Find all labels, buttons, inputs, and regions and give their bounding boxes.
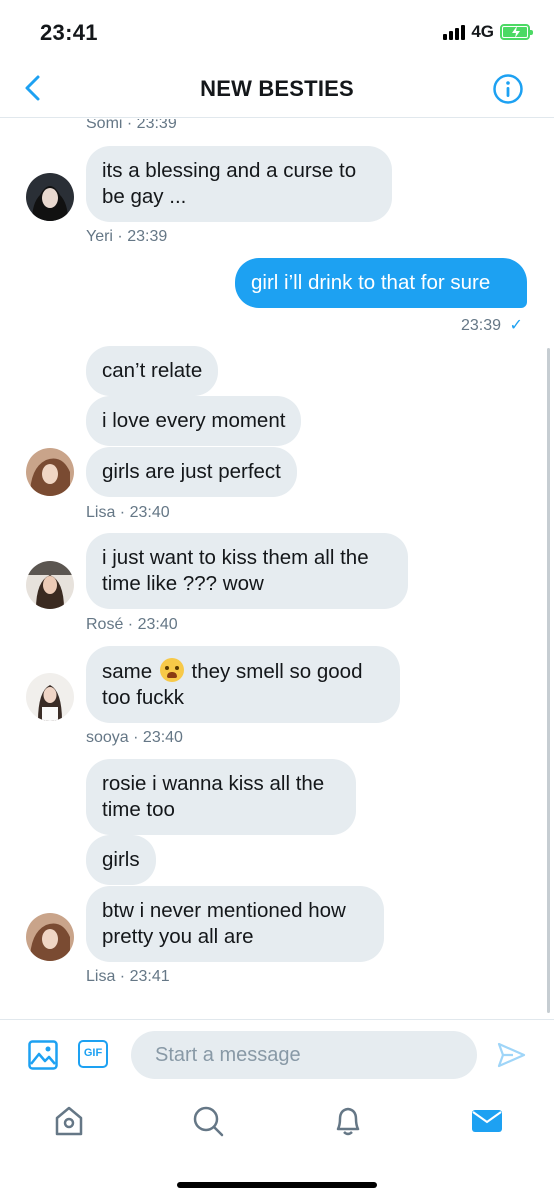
message-bubble[interactable]: its a blessing and a curse to be gay ...: [86, 146, 392, 222]
signal-icon: [443, 24, 466, 40]
send-button[interactable]: [496, 1040, 526, 1075]
conversation-title: NEW BESTIES: [200, 76, 354, 101]
gif-button[interactable]: GIF: [78, 1040, 108, 1068]
message-thread[interactable]: Somi · 23:39 its a blessing and a curse …: [0, 119, 554, 1019]
send-icon: [497, 1042, 526, 1068]
message-text: too fuckk: [102, 686, 185, 709]
message-meta: Lisa · 23:41: [86, 968, 170, 985]
message-meta: Somi · 23:39: [86, 119, 177, 132]
conversation-header: NEW BESTIES: [0, 62, 554, 118]
info-button[interactable]: [492, 73, 524, 110]
avatar[interactable]: [26, 561, 74, 609]
message-bubble[interactable]: btw i never mentioned how pretty you all…: [86, 886, 384, 962]
tab-search[interactable]: [190, 1103, 226, 1139]
photo-icon: [28, 1040, 58, 1070]
battery-icon: [500, 24, 533, 40]
tab-messages[interactable]: [469, 1103, 505, 1139]
message-bubble[interactable]: i love every moment: [86, 396, 302, 446]
search-icon: [193, 1106, 224, 1137]
crying-face-icon: [159, 658, 184, 682]
message-bubble[interactable]: girls are just perfect: [86, 447, 297, 497]
message-meta: Lisa · 23:40: [86, 504, 170, 521]
message-bubble-outgoing[interactable]: girl i’ll drink to that for sure: [235, 258, 527, 308]
message-text: they smell so good: [191, 660, 363, 683]
info-icon: [493, 74, 523, 104]
tab-home[interactable]: [51, 1103, 87, 1139]
message-input[interactable]: [131, 1031, 477, 1079]
message-bubble[interactable]: rosie i wanna kiss all the time too: [86, 759, 356, 835]
add-photo-button[interactable]: [28, 1040, 58, 1075]
network-label: 4G: [471, 22, 494, 41]
scrollbar[interactable]: [547, 348, 550, 1013]
sent-check-icon: ✓: [509, 317, 523, 334]
home-icon: [55, 1106, 83, 1136]
tab-notifications[interactable]: [330, 1103, 366, 1139]
status-bar: 23:41 4G: [0, 0, 554, 62]
status-time: 23:41: [40, 20, 98, 45]
avatar[interactable]: [26, 173, 74, 221]
message-text: same: [102, 660, 153, 683]
avatar[interactable]: [26, 448, 74, 496]
message-bubble[interactable]: same they smell so good too fuckk: [86, 646, 400, 723]
message-meta: Yeri · 23:39: [86, 228, 168, 245]
message-bubble[interactable]: girls: [86, 835, 156, 885]
status-indicators: 4G: [443, 22, 533, 42]
home-indicator: [177, 1182, 377, 1188]
message-composer: GIF: [0, 1019, 554, 1089]
bell-icon: [336, 1107, 360, 1136]
mail-icon: [472, 1110, 502, 1132]
avatar[interactable]: [26, 673, 74, 721]
message-time: 23:39: [461, 317, 502, 334]
tab-bar: [0, 1089, 554, 1200]
message-bubble[interactable]: i just want to kiss them all the time li…: [86, 533, 408, 609]
message-bubble[interactable]: can’t relate: [86, 346, 219, 396]
message-meta: 23:39 ✓: [461, 315, 523, 335]
avatar[interactable]: [26, 913, 74, 961]
message-meta: sooya · 23:40: [86, 729, 183, 746]
message-meta: Rosé · 23:40: [86, 616, 178, 633]
